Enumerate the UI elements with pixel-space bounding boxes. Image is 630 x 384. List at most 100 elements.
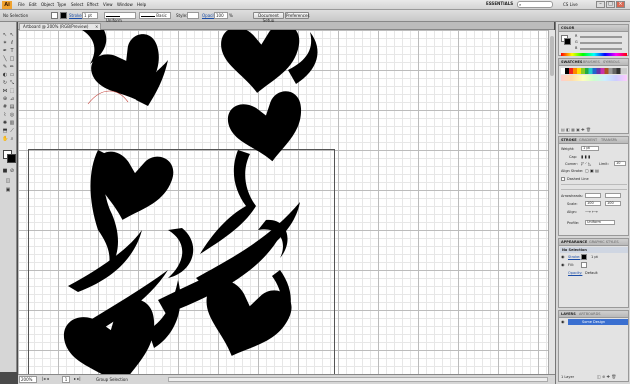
brush-definition[interactable]: Basic bbox=[139, 12, 171, 19]
graphic-style-picker[interactable] bbox=[187, 12, 199, 19]
align-buttons-icon[interactable]: ▢ ▣ ▤ bbox=[585, 168, 599, 173]
layer-visibility-icon[interactable]: ◉ bbox=[561, 319, 565, 324]
document-setup-button[interactable]: Document Setup bbox=[253, 12, 284, 23]
pen-tool-icon[interactable]: ✒ bbox=[2, 48, 8, 54]
paintbrush-icon[interactable]: ✎ bbox=[2, 64, 8, 70]
direct-selection-tool-icon[interactable]: ↖ bbox=[9, 32, 15, 38]
artboard-number-field[interactable]: 1 bbox=[62, 376, 70, 383]
eraser-icon[interactable]: ▭ bbox=[9, 72, 15, 78]
workspace-switcher[interactable]: ESSENTIALS bbox=[486, 1, 513, 6]
slice-tool-icon[interactable]: ⟋ bbox=[9, 128, 15, 134]
opacity-field[interactable]: 100 bbox=[214, 12, 228, 19]
artboard-nav-next-icon[interactable]: ▸ ▸| bbox=[74, 376, 81, 381]
layer-row[interactable]: Some Design bbox=[568, 319, 628, 325]
menu-window[interactable]: Window bbox=[117, 2, 133, 7]
dash-gap-fields[interactable] bbox=[561, 184, 627, 190]
appearance-opacity-label[interactable]: Opacity: bbox=[568, 271, 582, 275]
menu-file[interactable]: File bbox=[18, 2, 25, 7]
maximize-button[interactable]: □ bbox=[606, 1, 615, 8]
stroke-weight-field[interactable]: 1 pt bbox=[82, 12, 98, 19]
transparency-tab[interactable]: TRANSPA bbox=[601, 138, 617, 142]
menu-effect[interactable]: Effect bbox=[87, 2, 99, 7]
weight-field[interactable]: 1 pt bbox=[581, 146, 599, 151]
draw-mode-icon[interactable]: ◫ bbox=[5, 178, 11, 184]
appearance-fill-swatch[interactable] bbox=[581, 262, 587, 268]
column-graph-icon[interactable]: ▥ bbox=[9, 120, 15, 126]
color-tab[interactable]: COLOR bbox=[561, 26, 574, 30]
visibility-eye-icon[interactable]: ◉ bbox=[561, 262, 565, 267]
scale-end-field[interactable]: 100 bbox=[605, 201, 621, 206]
appearance-stroke-swatch[interactable] bbox=[581, 254, 587, 260]
swatch-row[interactable] bbox=[561, 75, 627, 81]
stroke-label[interactable]: Stroke: bbox=[69, 13, 83, 18]
vertical-scrollbar[interactable] bbox=[548, 30, 555, 374]
menu-object[interactable]: Object bbox=[41, 2, 54, 7]
eyedropper-icon[interactable]: ⌇ bbox=[2, 112, 8, 118]
color-spectrum[interactable] bbox=[561, 53, 627, 56]
stroke-swatch[interactable] bbox=[60, 12, 67, 19]
swatch-grid[interactable] bbox=[561, 68, 627, 74]
zoom-level-field[interactable]: 200% bbox=[19, 376, 37, 383]
menu-view[interactable]: View bbox=[103, 2, 113, 7]
gradient-tool-icon[interactable]: ▤ bbox=[9, 104, 15, 110]
red-slider[interactable] bbox=[580, 36, 622, 38]
corner-buttons-icon[interactable]: ◸ ◜ ◺ bbox=[581, 161, 591, 166]
horizontal-scrollbar[interactable] bbox=[168, 377, 548, 382]
document-tab[interactable]: Artboard @ 200% (RGB/Preview) × bbox=[19, 23, 101, 30]
brushes-tab[interactable]: BRUSHES bbox=[583, 60, 600, 64]
type-tool-icon[interactable]: T bbox=[9, 48, 15, 54]
cap-buttons-icon[interactable]: ▮ ▮ ▮ bbox=[581, 154, 590, 159]
hand-tool-icon[interactable]: ✋ bbox=[2, 136, 8, 142]
zoom-tool-icon[interactable]: ⌕ bbox=[9, 136, 15, 142]
preferences-button[interactable]: Preferences bbox=[285, 12, 310, 19]
scroll-thumb[interactable] bbox=[550, 36, 554, 76]
menu-help[interactable]: Help bbox=[137, 2, 146, 7]
swatches-footer-icons[interactable]: ▤ ◧ ▦ ▣ ✚ 🗑 bbox=[561, 127, 627, 132]
rotate-tool-icon[interactable]: ↻ bbox=[2, 80, 8, 86]
symbols-tab[interactable]: SYMBOLS bbox=[603, 60, 620, 64]
line-tool-icon[interactable]: ╲ bbox=[2, 56, 8, 62]
variable-width-profile[interactable]: Uniform bbox=[104, 12, 136, 23]
dashed-line-checkbox[interactable] bbox=[561, 177, 565, 181]
menu-edit[interactable]: Edit bbox=[29, 2, 37, 7]
appearance-stroke-label[interactable]: Stroke: bbox=[568, 255, 580, 259]
symbol-sprayer-icon[interactable]: ✺ bbox=[2, 120, 8, 126]
align-arrow-icons[interactable]: ⟶ ⟼ bbox=[585, 209, 598, 214]
width-tool-icon[interactable]: ⋈ bbox=[2, 88, 8, 94]
limit-field[interactable]: 10 bbox=[614, 161, 626, 166]
selection-tool-icon[interactable]: ↖ bbox=[2, 32, 8, 38]
visibility-eye-icon[interactable]: ◉ bbox=[561, 254, 565, 259]
stroke-tab[interactable]: STROKE bbox=[561, 138, 577, 142]
blend-tool-icon[interactable]: ◎ bbox=[9, 112, 15, 118]
layers-footer-icons[interactable]: ◫ ⊕ ✚ 🗑 bbox=[597, 374, 616, 379]
artboards-tab[interactable]: ARTBOARDS bbox=[579, 312, 601, 316]
free-transform-icon[interactable]: ⬚ bbox=[9, 88, 15, 94]
arrowhead-start[interactable] bbox=[585, 193, 601, 198]
cs-live-menu[interactable]: CS Live bbox=[563, 2, 578, 7]
minimize-button[interactable]: – bbox=[596, 1, 605, 8]
color-mode-icon[interactable]: ■ bbox=[2, 168, 8, 174]
green-slider[interactable] bbox=[580, 42, 622, 44]
pencil-icon[interactable]: ✏ bbox=[9, 64, 15, 70]
layers-tab[interactable]: LAYERS bbox=[561, 312, 576, 316]
fill-swatch[interactable] bbox=[51, 12, 58, 19]
artwork[interactable] bbox=[18, 30, 548, 374]
arrowhead-end[interactable] bbox=[605, 193, 621, 198]
artboard-nav-first-icon[interactable]: |◂ ◂ bbox=[42, 376, 49, 381]
rectangle-tool-icon[interactable]: □ bbox=[9, 56, 15, 62]
mesh-tool-icon[interactable]: # bbox=[2, 104, 8, 110]
menu-type[interactable]: Type bbox=[57, 2, 66, 7]
scale-start-field[interactable]: 100 bbox=[585, 201, 601, 206]
artboard-tool-icon[interactable]: ⬒ bbox=[2, 128, 8, 134]
stroke-color-box[interactable] bbox=[7, 154, 16, 163]
profile-field[interactable]: Uniform bbox=[585, 220, 615, 225]
menu-select[interactable]: Select bbox=[71, 2, 83, 7]
magic-wand-icon[interactable]: ✶ bbox=[2, 40, 8, 46]
blob-brush-icon[interactable]: ◐ bbox=[2, 72, 8, 78]
blue-slider[interactable] bbox=[580, 48, 622, 50]
color-stroke-swatch[interactable] bbox=[564, 38, 571, 45]
shape-builder-icon[interactable]: ⊕ bbox=[2, 96, 8, 102]
lasso-icon[interactable]: ℓ bbox=[9, 40, 15, 46]
close-button[interactable]: × bbox=[616, 1, 625, 8]
gradient-tab[interactable]: GRADIENT bbox=[579, 138, 597, 142]
